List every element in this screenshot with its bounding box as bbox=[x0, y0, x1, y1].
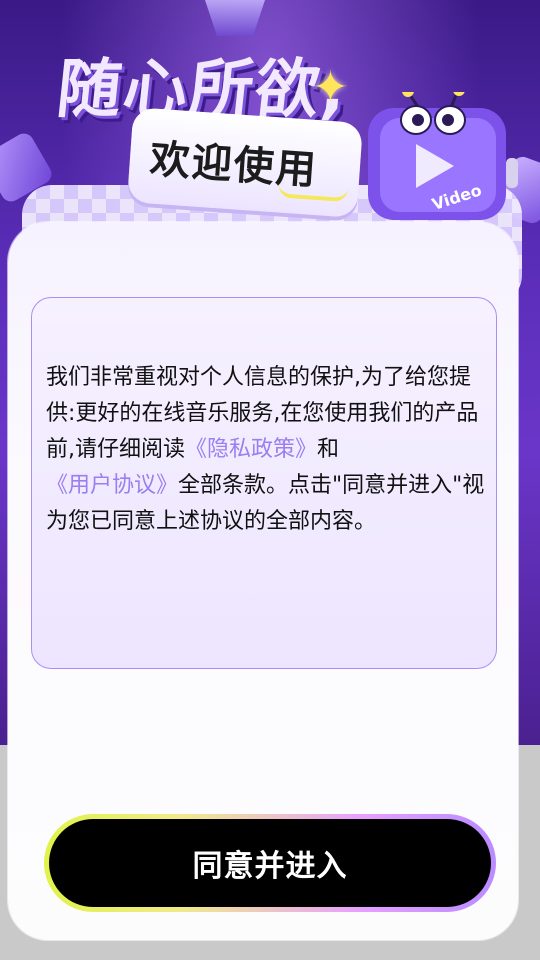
tv-mascot-icon: Video bbox=[368, 92, 518, 220]
sparkle-icon: ✦ bbox=[312, 62, 349, 113]
user-agreement-link[interactable]: 《用户协议》 bbox=[46, 473, 178, 498]
agree-button-label: 同意并进入 bbox=[49, 819, 491, 907]
privacy-notice: 我们非常重视对个人信息的保护,为了给您提供:更好的在线音乐服务,在您使用我们的产… bbox=[46, 360, 486, 540]
welcome-tab: 欢迎使用 bbox=[126, 107, 364, 218]
welcome-underline bbox=[277, 183, 349, 203]
privacy-policy-link[interactable]: 《隐私政策》 bbox=[185, 437, 317, 462]
privacy-text-box: 我们非常重视对个人信息的保护,为了给您提供:更好的在线音乐服务,在您使用我们的产… bbox=[31, 297, 497, 669]
agree-and-enter-button[interactable]: 同意并进入 bbox=[44, 814, 496, 912]
privacy-text-part-2: 和 bbox=[317, 437, 340, 462]
